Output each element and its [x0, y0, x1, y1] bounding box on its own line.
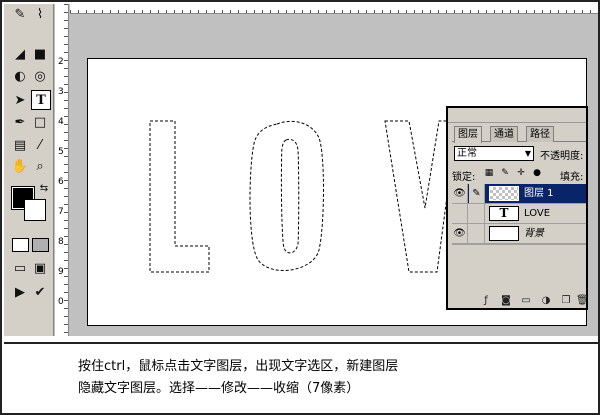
jump-to-imageready-icon[interactable]: ▶	[10, 282, 30, 302]
lock-transparency-icon[interactable]: ▦	[484, 168, 494, 178]
letter-o-selection-inner	[280, 138, 300, 254]
layer-style-icon[interactable]: ƒ	[480, 295, 492, 307]
dodge-tool-icon[interactable]: ◐	[10, 66, 30, 86]
toolbox: ✎ ⌇ ◢ ■ ◐ ◎ ➤ T ✒ □ ▤ ⁄ ✋ ⌕ ⇆ ▭ ▣ ▶ ✔	[4, 4, 54, 336]
shape-tool-icon[interactable]: □	[30, 112, 50, 132]
trash-icon[interactable]: 🗑	[576, 295, 589, 307]
eye-icon[interactable]: 👁	[452, 224, 468, 243]
ruler-number: 4	[58, 117, 64, 127]
letter-o-selection-outer	[249, 120, 324, 271]
ruler-number: 8	[58, 237, 64, 247]
lock-position-icon[interactable]: ✛	[516, 168, 526, 178]
path-select-tool-icon[interactable]: ➤	[10, 90, 30, 110]
eye-icon[interactable]: 👁	[452, 184, 468, 203]
chevron-down-icon: ▼	[524, 149, 531, 158]
gradient-tool-icon[interactable]: ■	[30, 44, 50, 64]
link-slot[interactable]	[469, 224, 485, 243]
lock-image-icon[interactable]: ✎	[500, 168, 510, 178]
text-layer-thumbnail-icon: T	[489, 206, 519, 221]
caption-line-1: 按住ctrl，鼠标点击文字图层，出现文字选区，新建图层	[78, 359, 399, 374]
swap-colors-icon[interactable]: ⇆	[34, 178, 54, 198]
layer-thumbnail	[489, 226, 519, 241]
layer-row-layer-1[interactable]: 👁 ✎ 图层 1	[452, 184, 586, 204]
lock-all-icon[interactable]: ●	[532, 168, 542, 178]
ruler-number: 9	[58, 267, 64, 277]
ruler-number: 0	[58, 297, 64, 307]
hand-tool-icon[interactable]: ✋	[10, 156, 30, 176]
type-tool-icon[interactable]: T	[31, 90, 51, 110]
vertical-ruler[interactable]	[55, 4, 69, 336]
caption-divider	[4, 342, 598, 344]
caption-line-2: 隐藏文字图层。选择——修改——收缩（7像素）	[78, 381, 360, 396]
layers-panel-titlebar[interactable]	[448, 108, 586, 123]
adjustment-layer-icon[interactable]: ◑	[540, 295, 552, 307]
screenshot-frame: ✎ ⌇ ◢ ■ ◐ ◎ ➤ T ✒ □ ▤ ⁄ ✋ ⌕ ⇆ ▭ ▣ ▶ ✔ 2 …	[0, 0, 600, 415]
eraser-tool-icon[interactable]: ◢	[10, 44, 30, 64]
screen-mode-standard-icon[interactable]: ▭	[10, 258, 30, 278]
layers-panel-tabs: 图层 通道 路径	[452, 126, 586, 143]
layer-mask-icon[interactable]: ◙	[500, 295, 512, 307]
history-brush-tool-icon[interactable]: ⌇	[30, 4, 50, 24]
layer-name: LOVE	[524, 208, 551, 219]
horizontal-ruler[interactable]	[70, 4, 598, 14]
screen-mode-full-icon[interactable]: ▣	[30, 258, 50, 278]
eyedropper-tool-icon[interactable]: ⁄	[30, 135, 50, 155]
visibility-toggle-empty[interactable]	[452, 204, 468, 223]
layers-panel-bottom-bar: ƒ ◙ ▭ ◑ ❐ 🗑	[452, 294, 589, 308]
ruler-number: 7	[58, 207, 64, 217]
fill-label: 填充:	[560, 172, 584, 183]
ruler-number: 5	[58, 147, 64, 157]
ruler-number: 3	[58, 87, 64, 97]
blend-mode-value: 正常	[457, 148, 477, 159]
tab-layers[interactable]: 图层	[454, 126, 482, 143]
tab-channels[interactable]: 通道	[490, 126, 518, 142]
layer-name: 背景	[524, 228, 544, 239]
layer-name: 图层 1	[524, 188, 554, 199]
jump-to-imageready-alt-icon[interactable]: ✔	[30, 282, 50, 302]
layer-row-love[interactable]: T LOVE	[452, 204, 586, 224]
brush-tool-icon[interactable]: ✎	[10, 4, 30, 24]
background-color-swatch[interactable]	[24, 199, 46, 221]
layers-panel: 图层 通道 路径 正常 ▼ 不透明度: 锁定: ▦ ✎ ✛ ● 填充: 👁 ✎ …	[446, 106, 589, 310]
ruler-number: 6	[58, 177, 64, 187]
layer-thumbnail	[489, 186, 519, 201]
quick-mask-mode-button[interactable]	[32, 238, 49, 252]
pen-tool-icon[interactable]: ✒	[10, 112, 30, 132]
letter-l-selection	[149, 120, 210, 273]
tutorial-caption: 按住ctrl，鼠标点击文字图层，出现文字选区，新建图层 隐藏文字图层。选择——修…	[78, 356, 398, 400]
layers-list-empty-area	[452, 244, 586, 294]
ruler-number: 2	[58, 57, 64, 67]
notes-tool-icon[interactable]: ▤	[10, 135, 30, 155]
link-slot[interactable]	[469, 204, 485, 223]
new-layer-icon[interactable]: ❐	[560, 295, 572, 307]
zoom-tool-icon[interactable]: ⌕	[30, 156, 50, 176]
blur-tool-icon[interactable]: ◎	[30, 66, 50, 86]
blend-mode-select[interactable]: 正常 ▼	[454, 146, 534, 161]
opacity-label: 不透明度:	[540, 151, 584, 162]
tab-paths[interactable]: 路径	[526, 126, 554, 142]
layer-row-background[interactable]: 👁 背景	[452, 224, 586, 244]
lock-label: 锁定:	[452, 172, 476, 183]
new-group-icon[interactable]: ▭	[520, 295, 532, 307]
brush-icon[interactable]: ✎	[469, 184, 485, 203]
standard-mode-button[interactable]	[12, 238, 29, 252]
